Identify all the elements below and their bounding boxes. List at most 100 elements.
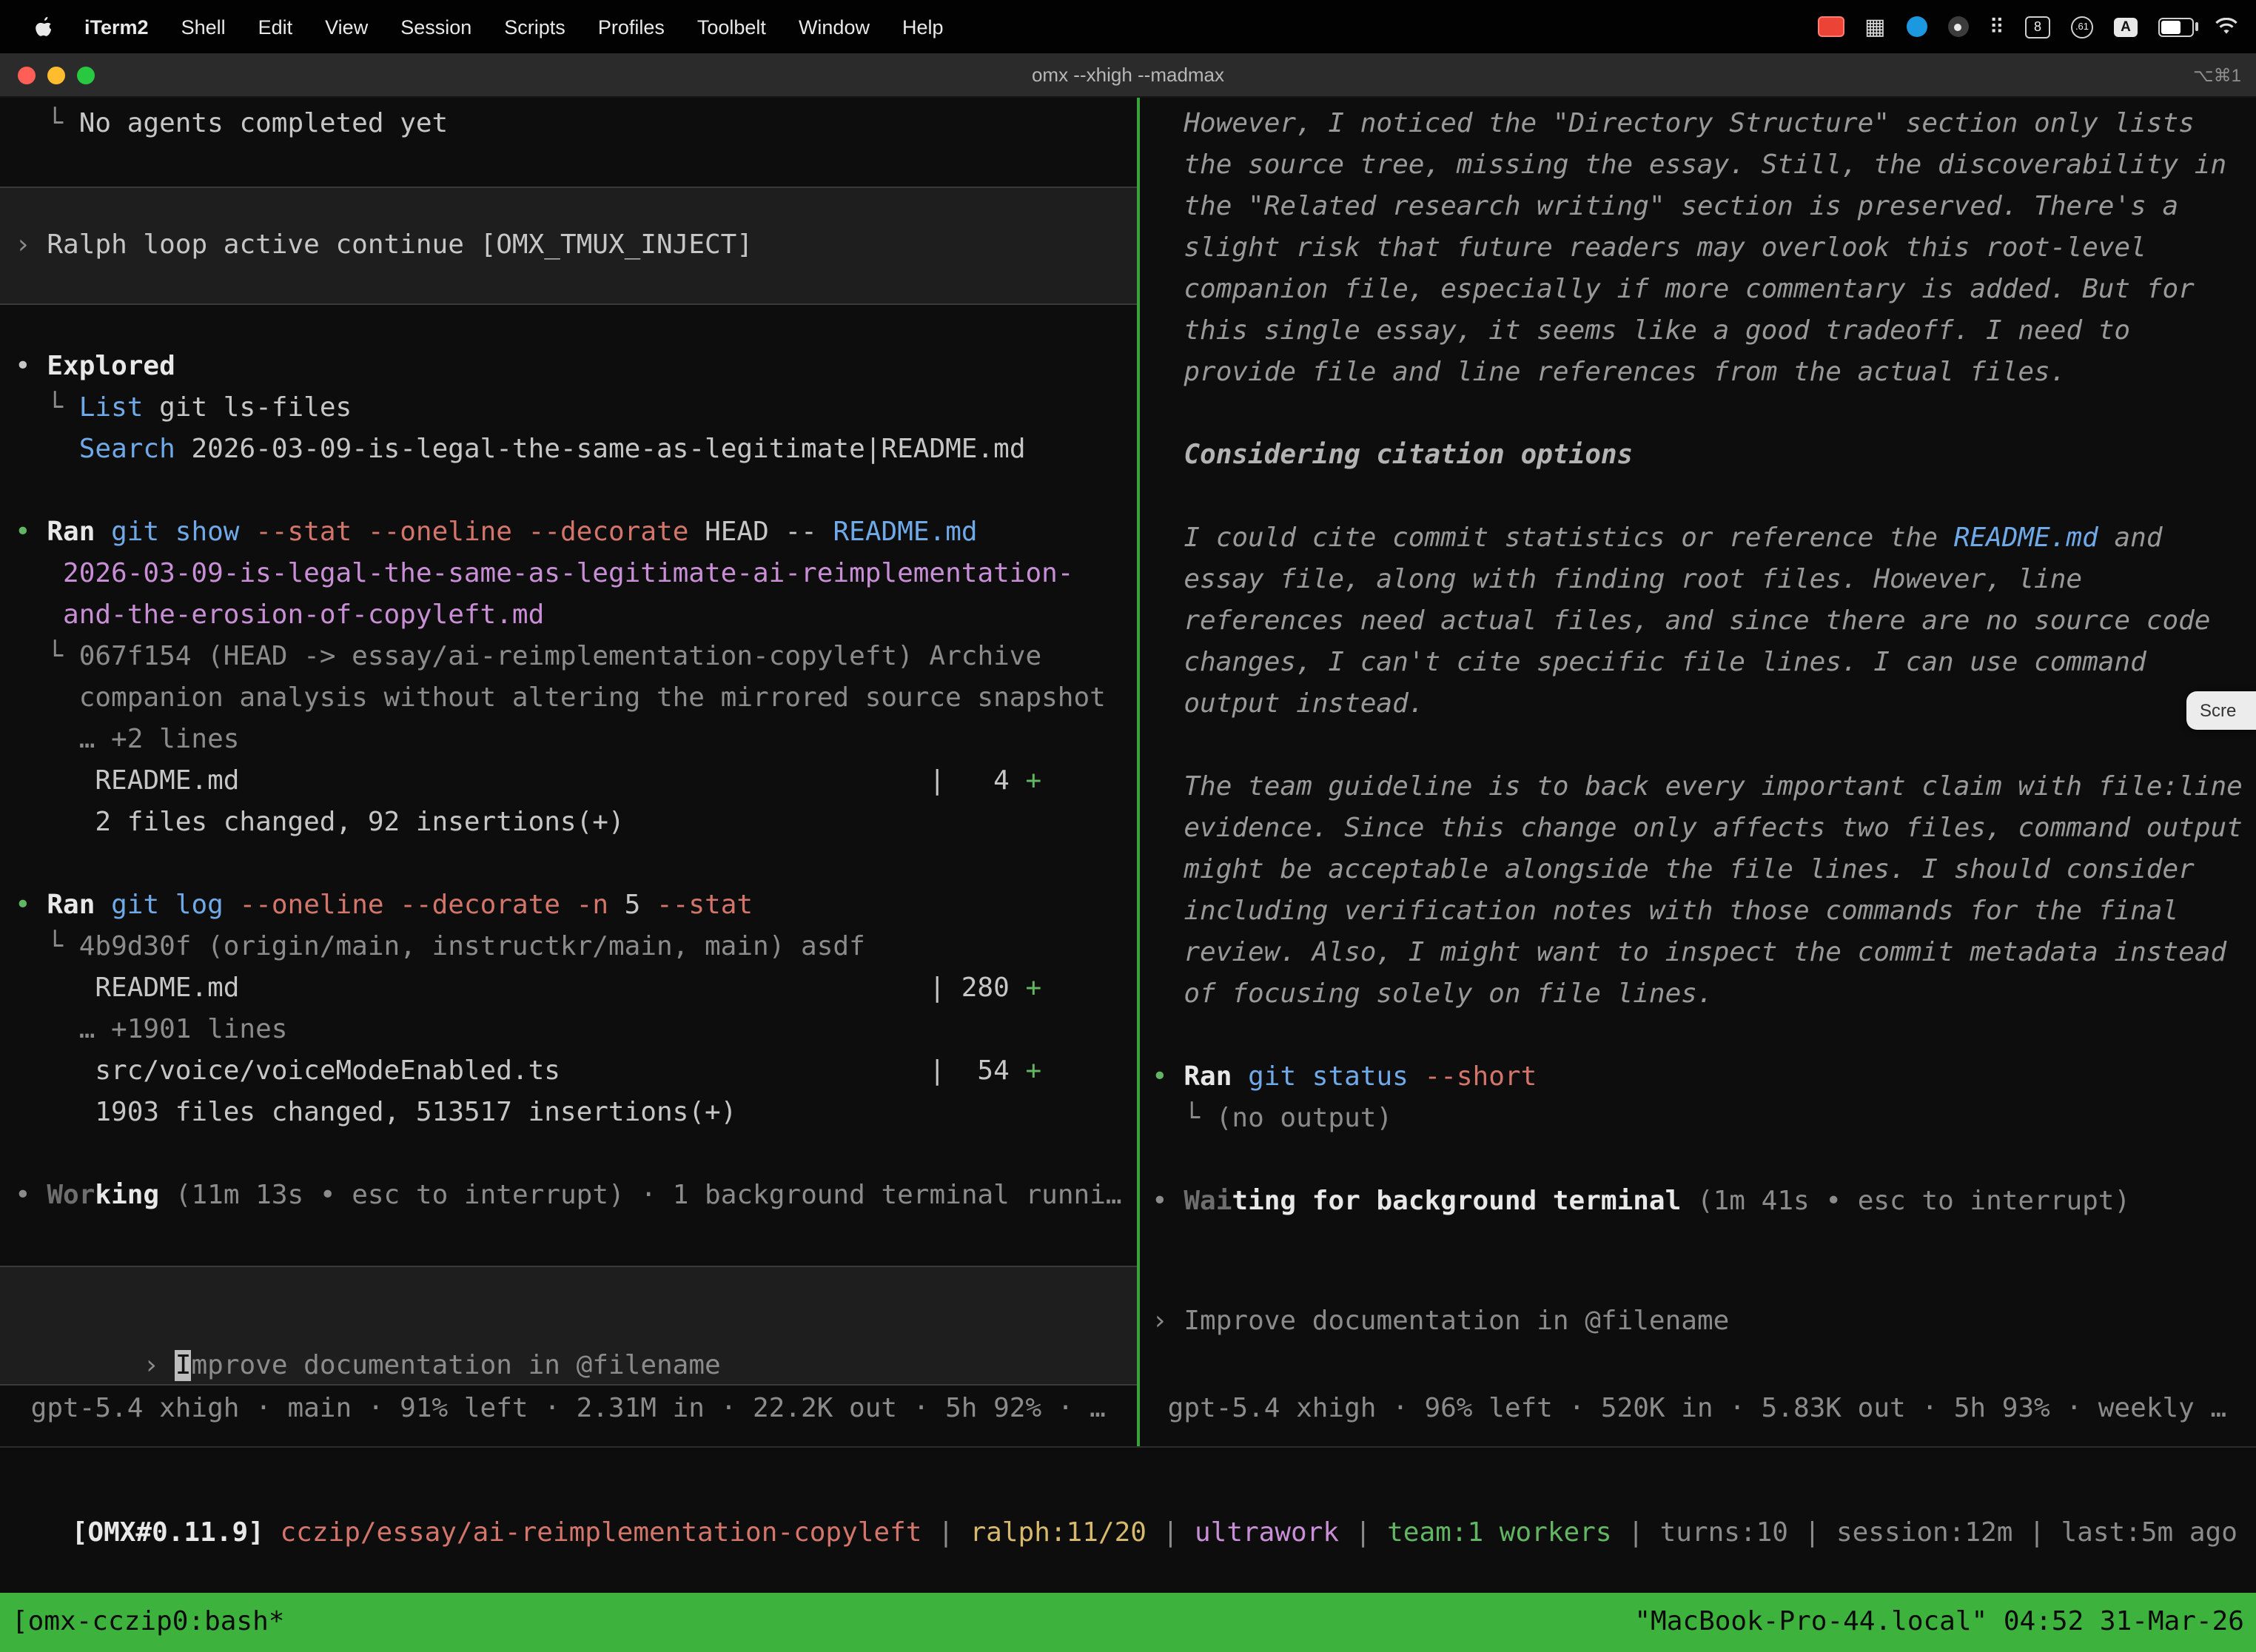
text-segment: └: [15, 108, 79, 139]
text-segment: git log: [111, 890, 224, 921]
text-segment: … +1901 lines: [15, 1014, 287, 1045]
text-segment: +: [1025, 973, 1041, 1004]
terminal-line: and-the-erosion-of-copyleft.md: [15, 595, 1137, 637]
menu-item-toolbelt[interactable]: Toolbelt: [681, 16, 782, 38]
traffic-lights: [18, 66, 95, 84]
terminal-line: Search 2026-03-09-is-legal-the-same-as-l…: [15, 429, 1137, 471]
gauge-icon[interactable]: .61: [2071, 16, 2093, 38]
terminal: └ No agents completed yet › Ralph loop ac…: [0, 98, 2256, 1446]
terminal-line: might be acceptable alongside the file l…: [1152, 850, 2256, 891]
text-segment: README.md | 4: [15, 765, 1025, 796]
right-status-line: gpt-5.4 xhigh · 96% left · 520K in · 5.8…: [1152, 1389, 2226, 1430]
menu-item-view[interactable]: View: [309, 16, 384, 38]
terminal-line: └ List git ls-files: [15, 388, 1137, 429]
text-segment: •: [15, 890, 47, 921]
text-segment: |: [1339, 1517, 1387, 1548]
right-pane: However, I noticed the "Directory Struct…: [1140, 98, 2256, 1446]
terminal-line: However, I noticed the "Directory Struct…: [1152, 104, 2256, 145]
text-segment: Improve documentation in @filename: [1184, 1306, 1729, 1337]
terminal-line: └ (no output): [1152, 1098, 2256, 1140]
terminal-line: essay file, along with finding root file…: [1152, 560, 2256, 601]
menu-item-scripts[interactable]: Scripts: [488, 16, 582, 38]
text-segment: |: [2012, 1517, 2061, 1548]
text-segment: gpt-5.4 xhigh · 96% left · 520K in · 5.8…: [1152, 1393, 2226, 1424]
text-segment: output instead.: [1152, 688, 1424, 719]
menu-item-iterm2[interactable]: iTerm2: [68, 16, 165, 38]
text-segment: README.md | 280: [15, 973, 1025, 1004]
menu-item-shell[interactable]: Shell: [165, 16, 242, 38]
left-status-line: gpt-5.4 xhigh · main · 91% left · 2.31M …: [15, 1389, 1106, 1430]
right-prompt[interactable]: › Improve documentation in @filename: [1152, 1301, 1729, 1343]
text-segment: and: [2098, 523, 2163, 554]
screen-edge-tab[interactable]: Scre: [2186, 691, 2256, 730]
menu-item-help[interactable]: Help: [886, 16, 960, 38]
terminal-line: evidence. Since this change only affects…: [1152, 808, 2256, 850]
ralph-inject-banner[interactable]: › Ralph loop active continue [OMX_TMUX_I…: [0, 187, 1137, 305]
wifi-icon[interactable]: [2215, 18, 2238, 36]
text-segment: git ls-files: [143, 392, 352, 423]
terminal-line: • Waiting for background terminal (1m 41…: [1152, 1181, 2256, 1223]
shield-icon[interactable]: [1947, 16, 1968, 37]
text-segment: the source tree, missing the essay. Stil…: [1152, 150, 2226, 181]
docker-icon[interactable]: [1906, 16, 1927, 37]
text-segment: provide file and line references from th…: [1152, 357, 2066, 388]
input-source-icon[interactable]: A: [2114, 17, 2138, 36]
text-segment: companion analysis without altering the …: [15, 682, 1106, 713]
text-segment: this single essay, it seems like a good …: [1152, 315, 2130, 346]
right-pane-content: However, I noticed the "Directory Struct…: [1140, 98, 2256, 1223]
terminal-line: changes, I can't cite specific file line…: [1152, 642, 2256, 684]
terminal-line: slight risk that future readers may over…: [1152, 228, 2256, 269]
text-segment: ralph:11/20: [970, 1517, 1147, 1548]
key-8-icon[interactable]: 8: [2025, 16, 2050, 38]
text-segment: last:5m ago: [2061, 1517, 2237, 1548]
text-segment: changes, I can't cite specific file line…: [1152, 647, 2146, 678]
text-segment: 2026-03-09-is-legal-the-same-as-legitima…: [63, 558, 1073, 589]
terminal-line: • Working (11m 13s • esc to interrupt) ·…: [15, 1175, 1137, 1217]
window-titlebar[interactable]: omx --xhigh --madmax ⌥⌘1: [0, 53, 2256, 98]
menu-item-edit[interactable]: Edit: [242, 16, 309, 38]
text-segment: references need actual files, and since …: [1152, 605, 2211, 637]
menu-item-window[interactable]: Window: [782, 16, 886, 38]
text-segment: [240, 517, 256, 548]
text-segment: +: [1025, 765, 1041, 796]
text-segment: Ralph loop active continue [OMX_TMUX_INJ…: [47, 229, 753, 261]
menu-item-session[interactable]: Session: [384, 16, 488, 38]
text-segment: (11m 13s • esc to interrupt) · 1 backgro…: [159, 1180, 1121, 1211]
text-segment: slight risk that future readers may over…: [1152, 232, 2146, 263]
text-segment: README.md: [1954, 523, 2098, 554]
window-shortcut-badge: ⌥⌘1: [2193, 64, 2241, 85]
text-segment: git show: [111, 517, 239, 548]
grid-icon[interactable]: ▦: [1864, 16, 1885, 38]
apple-icon: [33, 15, 53, 38]
menu-bar: iTerm2ShellEditViewSessionScriptsProfile…: [0, 0, 2256, 53]
battery-icon[interactable]: [2158, 17, 2194, 36]
terminal-line: The team guideline is to back every impo…: [1152, 767, 2256, 808]
text-segment: 1903 files changed, 513517 insertions(+): [15, 1097, 736, 1128]
text-segment: king: [95, 1180, 159, 1211]
apple-menu[interactable]: [18, 15, 68, 38]
text-segment: review. Also, I might want to inspect th…: [1152, 937, 2226, 968]
menu-items-left: iTerm2ShellEditViewSessionScriptsProfile…: [0, 15, 960, 38]
left-prompt[interactable]: › Improve documentation in @filename: [0, 1266, 1137, 1386]
terminal-line: └ 4b9d30f (origin/main, instructkr/main,…: [15, 927, 1137, 968]
text-segment: [15, 558, 63, 589]
text-segment: cczip/essay/ai-reimplementation-copyleft: [281, 1517, 922, 1548]
terminal-line: └ No agents completed yet: [15, 104, 1137, 145]
minimize-button[interactable]: [47, 66, 65, 84]
text-segment: I: [175, 1350, 192, 1381]
dots-grid-icon[interactable]: ⠿: [1989, 16, 2004, 37]
text-segment: [95, 890, 111, 921]
menu-item-profiles[interactable]: Profiles: [582, 16, 681, 38]
terminal-line: review. Also, I might want to inspect th…: [1152, 933, 2256, 974]
text-segment: •: [1152, 1186, 1184, 1217]
text-segment: Wai: [1184, 1186, 1232, 1217]
terminal-line: └ 067f154 (HEAD -> essay/ai-reimplementa…: [15, 637, 1137, 678]
close-button[interactable]: [18, 66, 36, 84]
text-segment: |: [1147, 1517, 1195, 1548]
text-segment: … +2 lines: [15, 724, 239, 755]
record-indicator-icon[interactable]: [1817, 16, 1844, 37]
text-segment: •: [15, 351, 47, 382]
zoom-button[interactable]: [77, 66, 95, 84]
terminal-line: output instead.: [1152, 684, 2256, 725]
text-segment: 2026-03-09-is-legal-the-same-as-legitima…: [175, 434, 1026, 465]
